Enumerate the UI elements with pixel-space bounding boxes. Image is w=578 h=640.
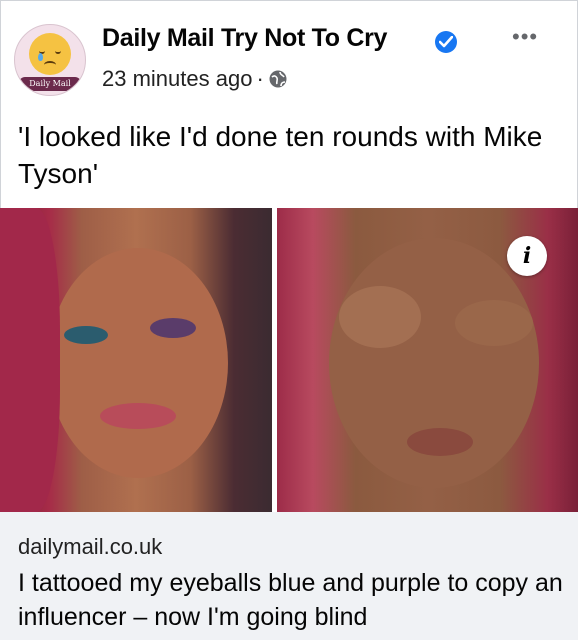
post-caption: 'I looked like I'd done ten rounds with … xyxy=(18,121,543,189)
link-domain: dailymail.co.uk xyxy=(18,534,163,559)
meta-separator: · xyxy=(256,66,264,91)
link-preview-card[interactable]: dailymail.co.uk I tattooed my eyeballs b… xyxy=(0,512,578,640)
crying-face-icon xyxy=(29,33,71,75)
timestamp-link[interactable]: 23 minutes ago xyxy=(102,66,252,91)
globe-icon[interactable] xyxy=(268,69,288,95)
info-icon[interactable]: i xyxy=(507,236,547,276)
link-headline[interactable]: I tattooed my eyeballs blue and purple t… xyxy=(18,566,568,634)
avatar-brand-logo: Daily Mail xyxy=(19,77,81,91)
page-avatar[interactable]: Daily Mail xyxy=(14,24,86,96)
more-options-icon[interactable]: ••• xyxy=(512,24,538,50)
photo-before[interactable] xyxy=(0,208,272,512)
page-name-link[interactable]: Daily Mail Try Not To Cry xyxy=(102,24,387,53)
post-meta: 23 minutes ago · xyxy=(102,66,288,95)
post-header: Daily Mail Daily Mail Try Not To Cry •••… xyxy=(0,0,578,110)
post-photos[interactable] xyxy=(0,208,578,512)
verified-badge-icon xyxy=(435,31,457,53)
